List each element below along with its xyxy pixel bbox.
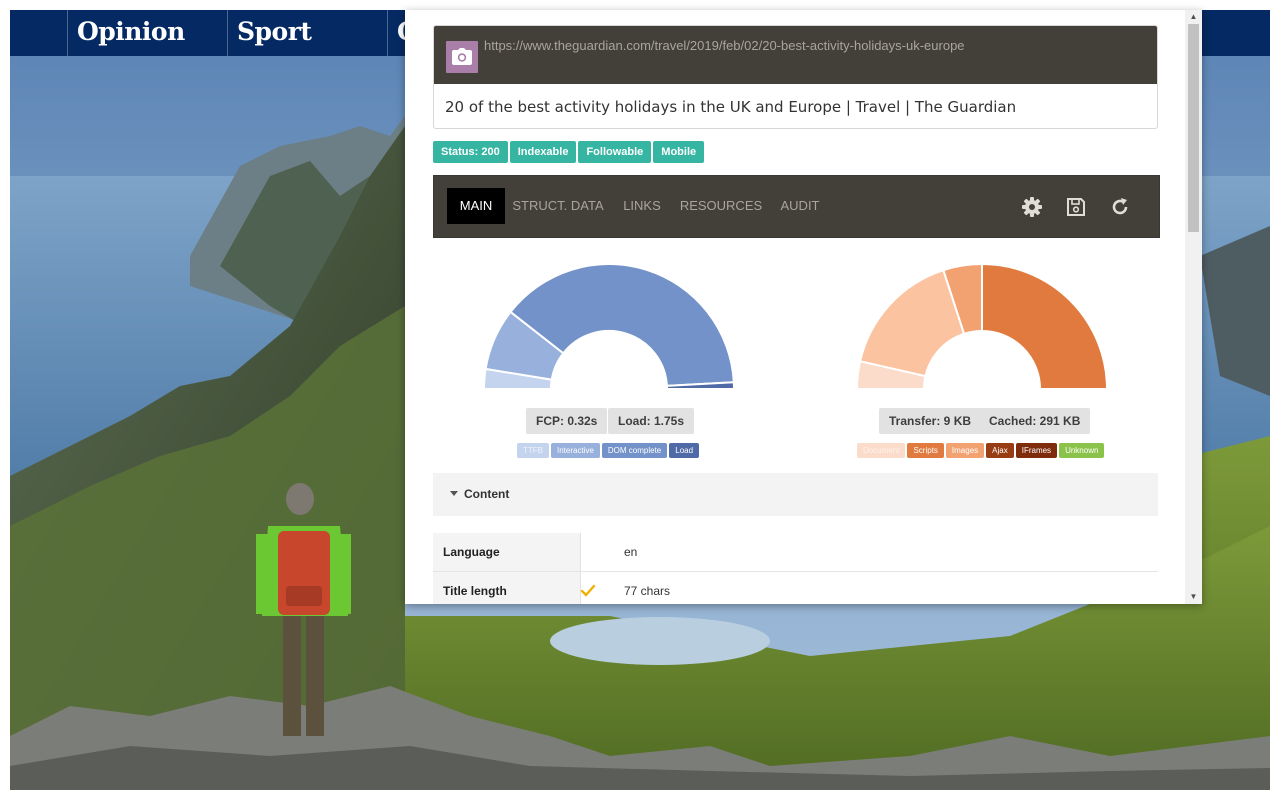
reload-button[interactable] xyxy=(1108,195,1132,219)
resource-size-legend-item[interactable]: Document xyxy=(857,443,906,458)
resource-size-chart xyxy=(855,262,1109,390)
load-timing-legend-item[interactable]: Interactive xyxy=(551,443,600,458)
resource-size-legend-item[interactable]: IFrames xyxy=(1015,443,1058,458)
content-table: Language en Title length 77 chars xyxy=(433,533,1158,604)
scroll-down-arrow-icon[interactable]: ▼ xyxy=(1185,590,1202,604)
scroll-thumb[interactable] xyxy=(1188,24,1199,232)
nav-item-opinion[interactable]: Opinion xyxy=(67,10,185,56)
resource-size-legend-item[interactable]: Scripts xyxy=(907,443,944,458)
mobile-badge: Mobile xyxy=(653,141,705,163)
nav-item-sport[interactable]: Sport xyxy=(227,10,312,56)
performance-charts: FCP: 0.32s Load: 1.75s Transfer: 9 KB Ca… xyxy=(433,250,1158,460)
popup-scrollbar[interactable]: ▲ ▼ xyxy=(1185,10,1202,604)
row-value: en xyxy=(624,545,638,559)
caret-down-icon xyxy=(450,491,458,496)
scroll-up-arrow-icon[interactable]: ▲ xyxy=(1185,10,1202,24)
row-label: Title length xyxy=(433,572,581,604)
resource-size-legend-item[interactable]: Images xyxy=(945,443,985,458)
reload-icon xyxy=(1112,198,1128,215)
status-badges: Status: 200 Indexable Followable Mobile xyxy=(433,141,706,163)
tab-main[interactable]: MAIN xyxy=(447,188,505,224)
cached-pill: Cached: 291 KB xyxy=(979,408,1091,434)
table-row: Title length 77 chars xyxy=(433,572,1158,604)
load-timing-legend: TTFB Interactive DOM complete Load xyxy=(517,443,701,458)
tab-struct-data[interactable]: STRUCT. DATA xyxy=(511,188,605,224)
load-timing-legend-item[interactable]: TTFB xyxy=(517,443,549,458)
page-title: 20 of the best activity holidays in the … xyxy=(445,98,1017,116)
camera-icon xyxy=(452,48,472,65)
resource-size-legend-item[interactable]: Unknown xyxy=(1059,443,1105,458)
check-icon xyxy=(580,584,596,597)
save-button[interactable] xyxy=(1064,195,1088,219)
resource-size-legend: Document Scripts Images Ajax IFrames Unknown xyxy=(857,443,1106,458)
page-info-card: https://www.theguardian.com/travel/2019/… xyxy=(433,25,1158,129)
tab-links[interactable]: LINKS xyxy=(617,188,667,224)
load-timing-legend-item[interactable]: Load xyxy=(669,443,700,458)
screenshot-button[interactable] xyxy=(446,41,478,73)
save-icon xyxy=(1067,198,1085,216)
tab-audit[interactable]: AUDIT xyxy=(774,188,826,224)
gear-icon xyxy=(1022,197,1042,217)
row-label: Language xyxy=(433,533,581,571)
resource-size-slice xyxy=(981,262,1109,390)
load-pill: Load: 1.75s xyxy=(608,408,695,434)
content-section-header[interactable]: Content xyxy=(433,473,1158,516)
indexable-badge: Indexable xyxy=(509,141,577,163)
settings-button[interactable] xyxy=(1020,195,1044,219)
url-bar: https://www.theguardian.com/travel/2019/… xyxy=(434,26,1157,84)
row-value: 77 chars xyxy=(624,584,671,598)
page-url[interactable]: https://www.theguardian.com/travel/2019/… xyxy=(484,38,965,53)
content-section-label: Content xyxy=(464,487,510,501)
seo-extension-popup: https://www.theguardian.com/travel/2019/… xyxy=(405,10,1202,604)
load-timing-chart xyxy=(482,263,736,390)
status-badge: Status: 200 xyxy=(433,141,508,163)
resource-size-legend-item[interactable]: Ajax xyxy=(986,443,1014,458)
table-row: Language en xyxy=(433,533,1158,572)
tab-bar: MAIN STRUCT. DATA LINKS RESOURCES AUDIT xyxy=(433,175,1160,238)
followable-badge: Followable xyxy=(578,141,652,163)
load-timing-legend-item[interactable]: DOM complete xyxy=(601,443,668,458)
fcp-pill: FCP: 0.32s xyxy=(526,408,608,434)
tab-resources[interactable]: RESOURCES xyxy=(678,188,764,224)
transfer-pill: Transfer: 9 KB xyxy=(879,408,982,434)
